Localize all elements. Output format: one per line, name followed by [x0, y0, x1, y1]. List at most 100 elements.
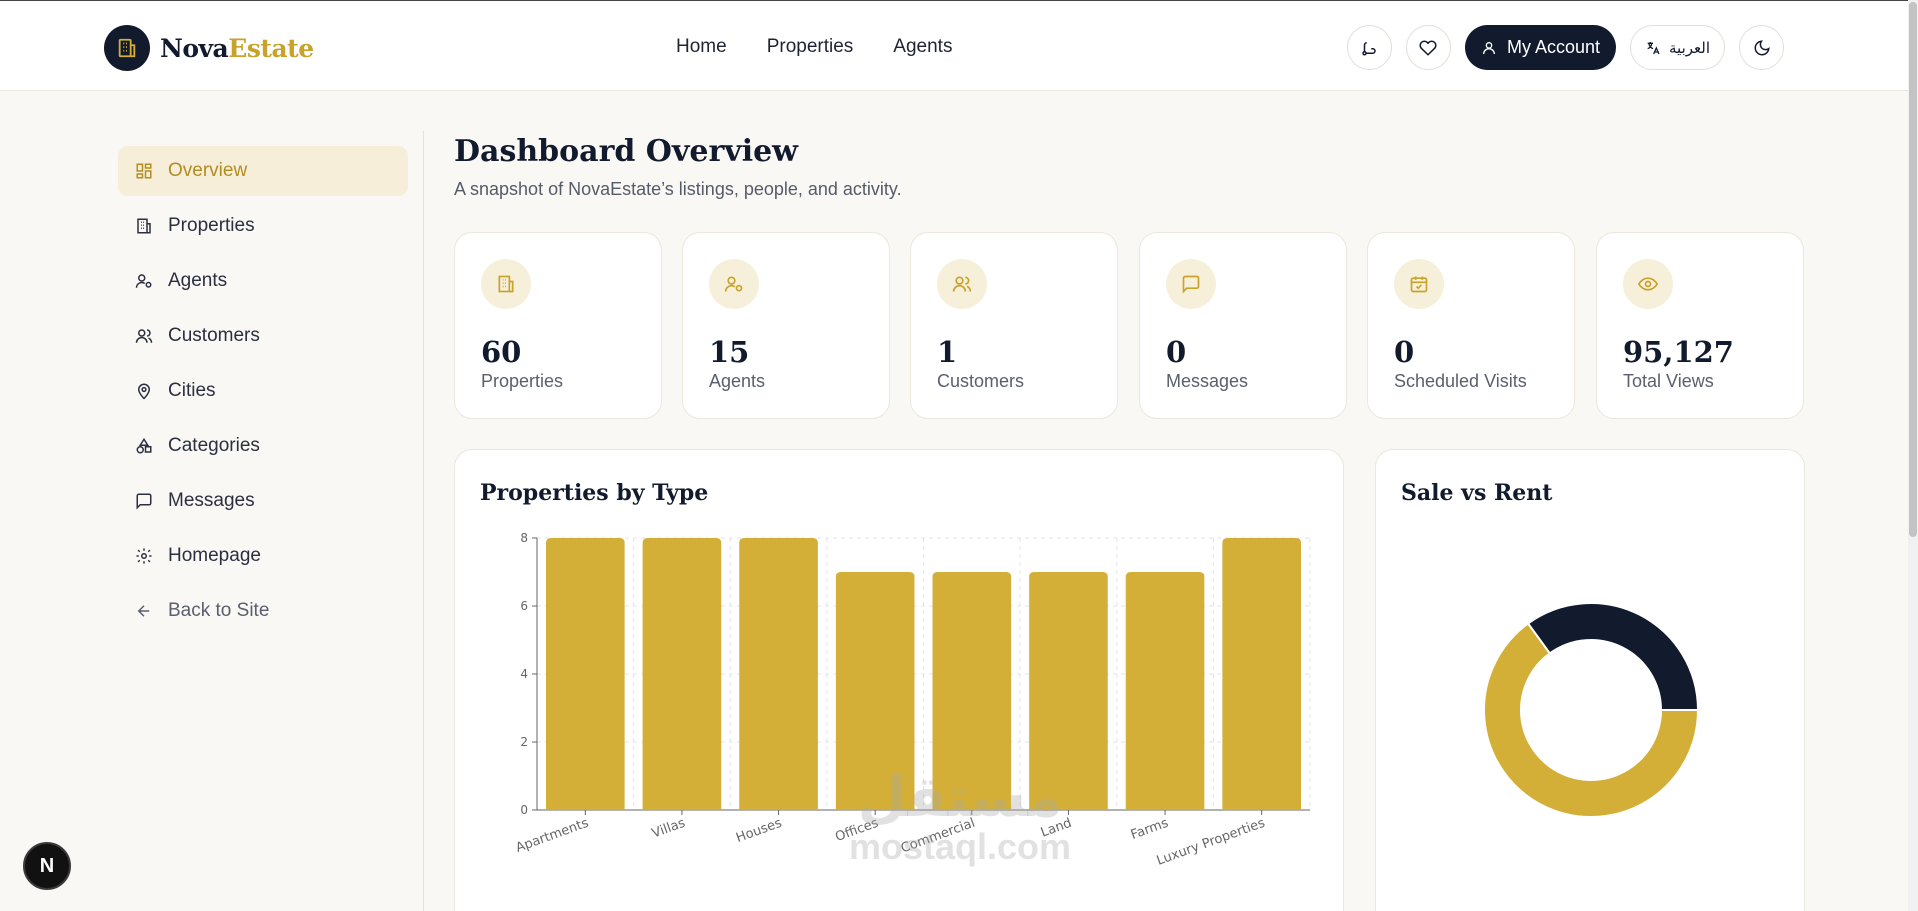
y-tick-label: 4: [520, 667, 528, 681]
sidebar-item-back-to-site[interactable]: Back to Site: [118, 586, 408, 636]
message-icon: [1166, 259, 1216, 309]
header-actions: My Account العربية: [1346, 25, 1784, 70]
sidebar-item-overview[interactable]: Overview: [118, 146, 408, 196]
stat-value: 0: [1394, 335, 1415, 369]
sale-vs-rent-panel: Sale vs Rent: [1375, 449, 1805, 911]
route-icon: [1362, 41, 1377, 55]
stat-card-total-views: 95,127 Total Views: [1596, 232, 1804, 419]
translate-icon: [1647, 41, 1660, 54]
donut-slice[interactable]: [1526, 602, 1700, 711]
stat-value: 1: [937, 335, 958, 369]
gear-icon: [134, 546, 154, 566]
stat-value: 0: [1166, 335, 1187, 369]
theme-toggle-button[interactable]: [1739, 25, 1784, 70]
sale-vs-rent-chart: [1483, 602, 1700, 818]
stat-value: 95,127: [1623, 335, 1734, 369]
arrow-left-icon: [134, 601, 154, 621]
stat-card-messages: 0 Messages: [1139, 232, 1347, 419]
building-icon: [481, 259, 531, 309]
sidebar-item-homepage[interactable]: Homepage: [118, 531, 408, 581]
brand-logo[interactable]: NovaEstate: [104, 25, 314, 71]
stat-card-customers: 1 Customers: [910, 232, 1118, 419]
stat-value: 15: [709, 335, 750, 369]
sidebar-item-label: Cities: [168, 380, 216, 401]
stat-card-properties: 60 Properties: [454, 232, 662, 419]
sidebar-item-label: Customers: [168, 325, 260, 346]
sidebar-item-categories[interactable]: Categories: [118, 421, 408, 471]
page-title: Dashboard Overview: [454, 134, 799, 169]
map-pin-icon: [134, 381, 154, 401]
sidebar: Overview Properties Agents Customers Cit…: [118, 146, 408, 641]
building-logo-icon: [104, 25, 150, 71]
sidebar-item-label: Agents: [168, 270, 228, 291]
sidebar-item-messages[interactable]: Messages: [118, 476, 408, 526]
stat-card-scheduled-visits: 0 Scheduled Visits: [1367, 232, 1575, 419]
bar[interactable]: [1125, 572, 1205, 810]
y-tick-label: 2: [520, 735, 528, 749]
stat-label: Customers: [937, 371, 1025, 391]
sidebar-item-label: Properties: [168, 215, 255, 236]
users-icon: [937, 259, 987, 309]
bar[interactable]: [835, 572, 915, 810]
users-icon: [134, 326, 154, 346]
properties-by-type-panel: Properties by Type 0 2 4 6 8 Apartments Villas…: [454, 449, 1344, 911]
nav-agents[interactable]: Agents: [893, 36, 952, 58]
stat-label: Scheduled Visits: [1394, 371, 1527, 391]
bar[interactable]: [739, 538, 818, 810]
nav-home[interactable]: Home: [676, 36, 727, 58]
user-gear-icon: [709, 259, 759, 309]
stat-value: 60: [481, 335, 522, 369]
stat-card-agents: 15 Agents: [682, 232, 890, 419]
grid-icon: [134, 161, 154, 181]
chart-title: Sale vs Rent: [1401, 480, 1553, 506]
my-account-button[interactable]: My Account: [1464, 25, 1616, 70]
sidebar-item-cities[interactable]: Cities: [118, 366, 408, 416]
dev-tools-badge[interactable]: N: [23, 842, 71, 890]
stat-label: Total Views: [1623, 371, 1714, 391]
properties-by-type-chart: 0 2 4 6 8 Apartments Villas Houses Offices Commer…: [514, 531, 1311, 869]
scrollbar-thumb[interactable]: [1909, 2, 1917, 537]
favorites-button[interactable]: [1405, 25, 1451, 70]
page-subtitle: A snapshot of NovaEstate’s listings, peo…: [454, 179, 902, 199]
x-tick-label: Apartments: [514, 816, 591, 856]
my-account-label: My Account: [1506, 37, 1600, 57]
user-gear-icon: [134, 271, 154, 291]
main-nav: Home Properties Agents: [676, 36, 952, 58]
compare-button[interactable]: [1346, 25, 1392, 70]
bar[interactable]: [1029, 572, 1108, 810]
eye-icon: [1623, 259, 1673, 309]
moon-icon: [1754, 39, 1770, 55]
shapes-icon: [134, 436, 154, 456]
sidebar-item-properties[interactable]: Properties: [118, 201, 408, 251]
bar[interactable]: [546, 538, 625, 810]
nav-properties[interactable]: Properties: [767, 36, 854, 58]
language-label: العربية: [1669, 39, 1710, 57]
sidebar-item-customers[interactable]: Customers: [118, 311, 408, 361]
sidebar-item-label: Overview: [168, 160, 248, 181]
y-tick-label: 8: [520, 531, 528, 545]
x-tick-label: Offices: [833, 816, 880, 845]
sidebar-item-label: Categories: [168, 435, 260, 456]
stat-label: Agents: [709, 371, 766, 391]
x-tick-label: Commercial: [899, 816, 977, 857]
bar[interactable]: [932, 572, 1012, 810]
sidebar-item-agents[interactable]: Agents: [118, 256, 408, 306]
x-tick-label: Houses: [734, 816, 784, 846]
message-icon: [134, 491, 154, 511]
x-tick-label: Farms: [1129, 816, 1171, 843]
x-tick-label: Luxury Properties: [1155, 816, 1268, 869]
bar[interactable]: [642, 538, 722, 810]
stat-label: Properties: [481, 371, 564, 391]
bar[interactable]: [1222, 538, 1301, 810]
stat-label: Messages: [1166, 371, 1249, 391]
top-header: NovaEstate Home Properties Agents My Acc…: [0, 0, 1908, 91]
heart-icon: [1419, 39, 1438, 56]
page-scrollbar[interactable]: [1908, 0, 1918, 911]
building-icon: [134, 216, 154, 236]
sidebar-divider: [423, 131, 424, 911]
x-tick-label: Villas: [650, 816, 687, 842]
brand-name: NovaEstate: [160, 33, 314, 63]
calendar-check-icon: [1394, 259, 1444, 309]
user-icon: [1482, 41, 1495, 54]
language-button[interactable]: العربية: [1630, 25, 1725, 70]
